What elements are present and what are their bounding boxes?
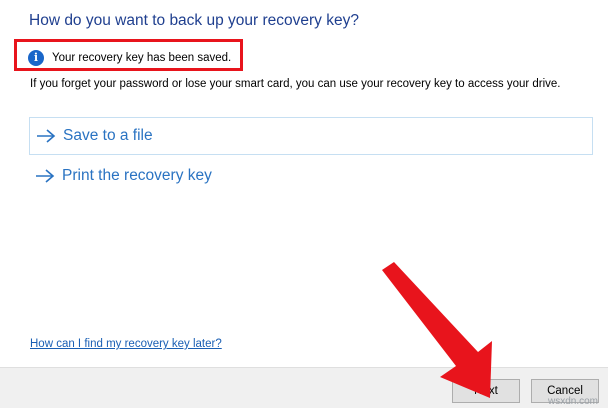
saved-notice: Your recovery key has been saved.: [52, 52, 232, 64]
arrow-right-icon: [36, 169, 55, 183]
recovery-key-help-link[interactable]: How can I find my recovery key later?: [30, 338, 222, 350]
info-icon: i: [28, 50, 44, 66]
save-to-file-option[interactable]: Save to a file: [29, 117, 593, 155]
arrow-right-icon: [37, 129, 56, 143]
page-title: How do you want to back up your recovery…: [29, 12, 359, 29]
bitlocker-backup-dialog: How do you want to back up your recovery…: [0, 0, 608, 408]
save-to-file-label: Save to a file: [63, 127, 153, 144]
print-recovery-key-label: Print the recovery key: [62, 167, 212, 184]
next-button[interactable]: Next: [452, 379, 520, 403]
description-text: If you forget your password or lose your…: [30, 78, 561, 90]
print-recovery-key-option[interactable]: Print the recovery key: [29, 158, 593, 196]
watermark: wsxdn.com: [548, 396, 599, 407]
